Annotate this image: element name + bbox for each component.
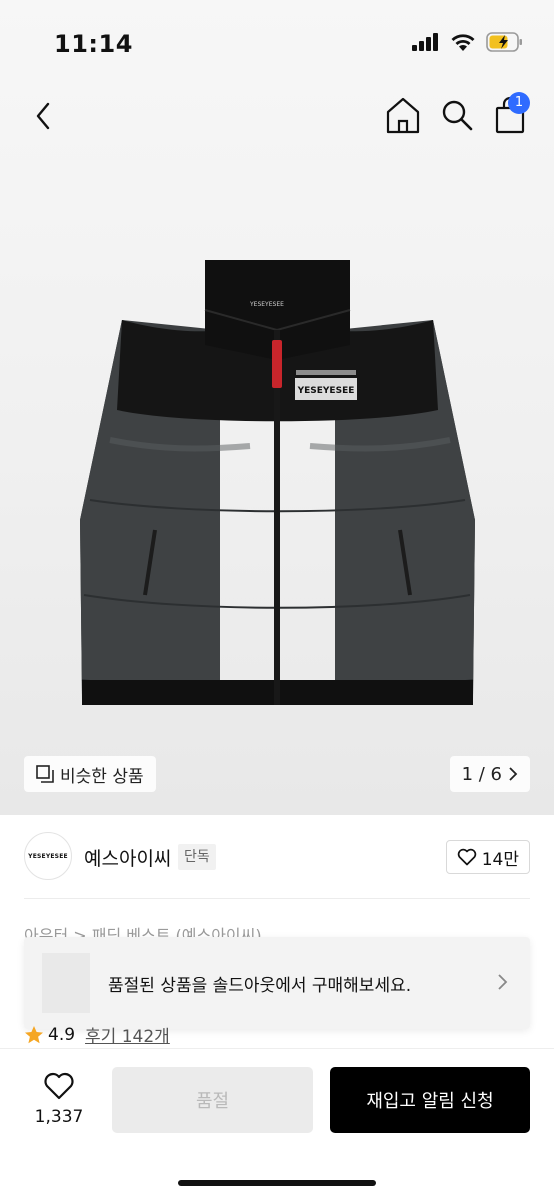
brand-logo-text: YESEYESEE	[28, 852, 68, 860]
chevron-right-icon	[509, 767, 518, 781]
search-icon[interactable]	[440, 94, 474, 134]
similar-products-button[interactable]: 비슷한 상품	[24, 756, 156, 792]
brand-row: YESEYESEE 예스아이씨 단독 14만	[0, 830, 554, 886]
heart-icon	[44, 1072, 74, 1100]
brand-like-button[interactable]: 14만	[445, 840, 530, 874]
wishlist-count: 1,337	[34, 1107, 84, 1127]
neck-label-text: YESEYESEE	[249, 301, 284, 308]
rating-row: 4.9 후기 142개	[24, 1022, 170, 1047]
heart-icon	[457, 848, 476, 866]
home-icon[interactable]	[385, 94, 421, 134]
signal-icon	[412, 33, 438, 51]
product-hero: 11:14 1 YESEYESEE YESEYESEE 비슷한 상품 1 / 6	[0, 0, 554, 815]
similar-products-icon	[36, 765, 54, 783]
battery-charging-icon	[486, 32, 522, 52]
chevron-right-icon	[498, 974, 508, 990]
wishlist-button[interactable]: 1,337	[28, 1071, 90, 1127]
status-icons	[412, 32, 524, 52]
restock-alert-button[interactable]: 재입고 알림 신청	[330, 1067, 530, 1133]
image-page-indicator[interactable]: 1 / 6	[449, 756, 530, 792]
soldout-button: 품절	[112, 1067, 313, 1133]
back-arrow-icon[interactable]	[28, 94, 58, 134]
banner-text: 품절된 상품을 솔드아웃에서 구매해보세요.	[108, 976, 412, 996]
product-image[interactable]: YESEYESEE YESEYESEE	[70, 250, 485, 720]
star-icon	[25, 1025, 43, 1043]
status-time: 11:14	[54, 30, 133, 58]
page-indicator-text: 1 / 6	[461, 763, 502, 785]
brand-like-count: 14만	[481, 849, 519, 870]
rating-score: 4.9	[48, 1024, 76, 1045]
status-bar: 11:14	[0, 0, 554, 88]
nav-bar	[0, 88, 554, 138]
wifi-icon	[451, 33, 475, 51]
soldout-banner[interactable]: 품절된 상품을 솔드아웃에서 구매해보세요.	[24, 937, 530, 1029]
bottom-action-bar: 1,337 품절 재입고 알림 신청	[0, 1048, 554, 1200]
banner-thumbnail	[42, 953, 90, 1013]
vest-logo-text: YESEYESEE	[297, 386, 355, 396]
review-count-link[interactable]: 후기 142개	[85, 1022, 170, 1047]
home-indicator	[178, 1180, 376, 1186]
exclusive-tag: 단독	[178, 844, 216, 870]
brand-name[interactable]: 예스아이씨	[84, 844, 171, 871]
brand-logo[interactable]: YESEYESEE	[24, 832, 72, 880]
cart-count-badge: 1	[508, 92, 530, 114]
similar-products-label: 비슷한 상품	[60, 766, 144, 787]
divider	[24, 898, 530, 899]
